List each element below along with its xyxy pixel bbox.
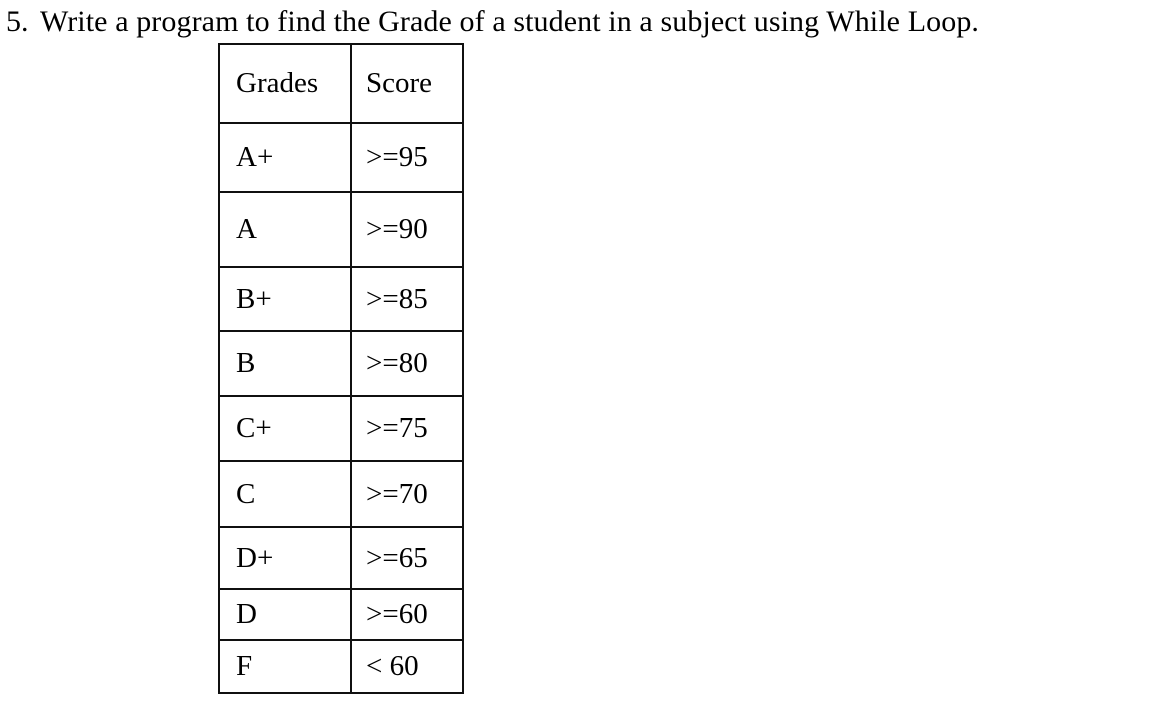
table-header-row: Grades Score bbox=[218, 43, 464, 124]
score-cell: >=60 bbox=[350, 588, 464, 641]
score-cell: >=75 bbox=[350, 395, 464, 462]
grade-cell: D+ bbox=[218, 526, 352, 590]
table-row: F < 60 bbox=[218, 639, 464, 694]
grade-cell: B bbox=[218, 330, 352, 397]
score-cell: < 60 bbox=[350, 639, 464, 694]
score-cell: >=70 bbox=[350, 460, 464, 528]
grades-table-container: Grades Score A+ >=95 A >=90 B+ >=85 B >=… bbox=[218, 43, 464, 694]
grade-cell: D bbox=[218, 588, 352, 641]
score-cell: >=80 bbox=[350, 330, 464, 397]
table-row: B+ >=85 bbox=[218, 266, 464, 332]
table-row: D >=60 bbox=[218, 588, 464, 641]
grade-cell: A+ bbox=[218, 122, 352, 193]
score-cell: >=65 bbox=[350, 526, 464, 590]
score-cell: >=95 bbox=[350, 122, 464, 193]
header-cell-grades: Grades bbox=[218, 43, 352, 124]
question-text: Write a program to find the Grade of a s… bbox=[40, 5, 980, 38]
grade-cell: B+ bbox=[218, 266, 352, 332]
score-cell: >=90 bbox=[350, 191, 464, 268]
table-row: C >=70 bbox=[218, 460, 464, 528]
grade-cell: C bbox=[218, 460, 352, 528]
grades-table: Grades Score A+ >=95 A >=90 B+ >=85 B >=… bbox=[218, 43, 464, 694]
grade-cell: F bbox=[218, 639, 352, 694]
grade-cell: C+ bbox=[218, 395, 352, 462]
table-row: C+ >=75 bbox=[218, 395, 464, 462]
table-row: A >=90 bbox=[218, 191, 464, 268]
table-row: D+ >=65 bbox=[218, 526, 464, 590]
header-cell-score: Score bbox=[350, 43, 464, 124]
table-row: B >=80 bbox=[218, 330, 464, 397]
score-cell: >=85 bbox=[350, 266, 464, 332]
table-row: A+ >=95 bbox=[218, 122, 464, 193]
question-number: 5. bbox=[6, 5, 29, 38]
grade-cell: A bbox=[218, 191, 352, 268]
question-line: 5. Write a program to find the Grade of … bbox=[0, 0, 1176, 46]
